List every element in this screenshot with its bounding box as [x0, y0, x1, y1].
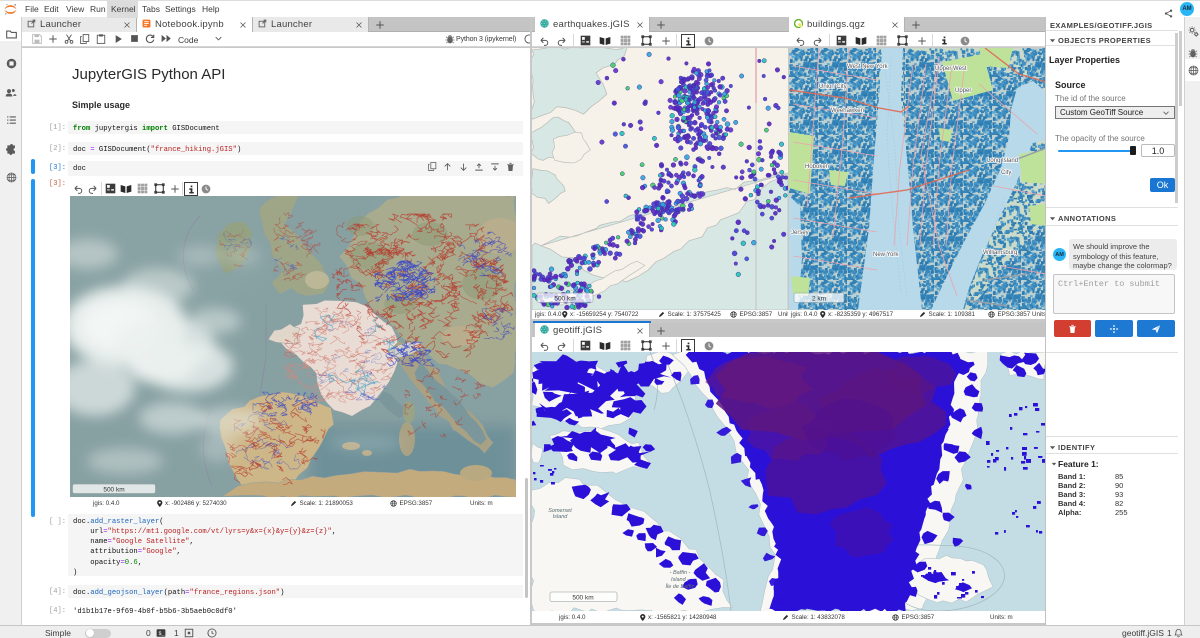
- svg-text:Île de Baffin: Île de Baffin: [665, 583, 694, 590]
- svg-text:$_: $_: [159, 631, 166, 637]
- svg-text:Island: Island: [553, 514, 569, 520]
- svg-text:2 km: 2 km: [812, 296, 826, 303]
- svg-text:New York: New York: [873, 252, 899, 258]
- svg-text:500 km: 500 km: [572, 595, 593, 602]
- svg-text:Jersey: Jersey: [791, 230, 809, 236]
- svg-text:City: City: [1001, 170, 1011, 176]
- svg-text:Union City: Union City: [819, 84, 847, 90]
- svg-text:West New York: West New York: [847, 64, 889, 70]
- svg-text:500 km: 500 km: [554, 296, 575, 303]
- svg-text:Long Island: Long Island: [987, 158, 1018, 164]
- svg-text:Williamsburg: Williamsburg: [983, 250, 1017, 256]
- svg-text:- Baffin -: - Baffin -: [670, 570, 691, 576]
- svg-text:Weehawken: Weehawken: [831, 108, 864, 114]
- svg-text:Upper: Upper: [955, 88, 971, 94]
- svg-text:Hoboken: Hoboken: [805, 164, 829, 170]
- svg-text:Upper West: Upper West: [935, 66, 967, 72]
- svg-text:Island -: Island -: [671, 577, 689, 583]
- svg-text:500 km: 500 km: [103, 487, 124, 494]
